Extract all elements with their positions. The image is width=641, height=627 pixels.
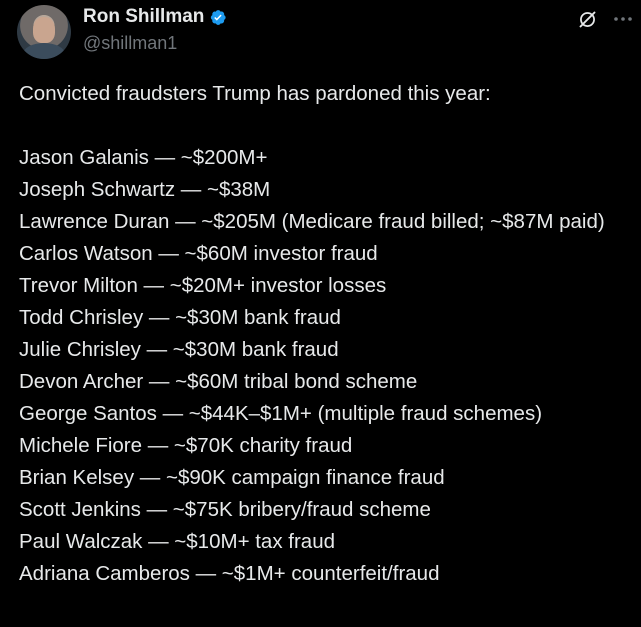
- list-item: Jason Galanis — ~$200M+: [19, 146, 268, 169]
- list-item: Brian Kelsey — ~$90K campaign finance fr…: [19, 466, 445, 489]
- list-item: Julie Chrisley — ~$30M bank fraud: [19, 338, 339, 361]
- avatar-face: [33, 17, 55, 43]
- list-item: Carlos Watson — ~$60M investor fraud: [19, 242, 378, 265]
- verified-badge-icon: [208, 8, 227, 27]
- tweet-card: Ron Shillman @shillman1 Convicted frauds…: [0, 0, 641, 627]
- tweet-header: Ron Shillman @shillman1: [83, 5, 227, 54]
- list-item: Paul Walczak — ~$10M+ tax fraud: [19, 530, 335, 553]
- tweet-intro: Convicted fraudsters Trump has pardoned …: [19, 82, 491, 105]
- tweet-text: Convicted fraudsters Trump has pardoned …: [19, 78, 631, 590]
- list-item: Lawrence Duran — ~$205M (Medicare fraud …: [19, 210, 605, 233]
- list-item: Joseph Schwartz — ~$38M: [19, 178, 271, 201]
- avatar-shirt: [23, 43, 65, 59]
- pardon-list: Jason Galanis — ~$200M+ Joseph Schwartz …: [19, 142, 631, 590]
- more-options-icon[interactable]: [612, 12, 634, 26]
- list-item: Trevor Milton — ~$20M+ investor losses: [19, 274, 387, 297]
- list-item: Scott Jenkins — ~$75K bribery/fraud sche…: [19, 498, 431, 521]
- list-item: George Santos — ~$44K–$1M+ (multiple fra…: [19, 402, 543, 425]
- grok-icon[interactable]: [577, 9, 598, 30]
- list-item: Michele Fiore — ~$70K charity fraud: [19, 434, 353, 457]
- author-display-name[interactable]: Ron Shillman: [83, 6, 204, 28]
- list-item: Adriana Camberos — ~$1M+ counterfeit/fra…: [19, 562, 440, 585]
- name-row: Ron Shillman: [83, 5, 227, 29]
- list-item: Todd Chrisley — ~$30M bank fraud: [19, 306, 341, 329]
- list-item: Devon Archer — ~$60M tribal bond scheme: [19, 370, 418, 393]
- avatar[interactable]: [17, 5, 71, 59]
- author-handle[interactable]: @shillman1: [83, 33, 227, 54]
